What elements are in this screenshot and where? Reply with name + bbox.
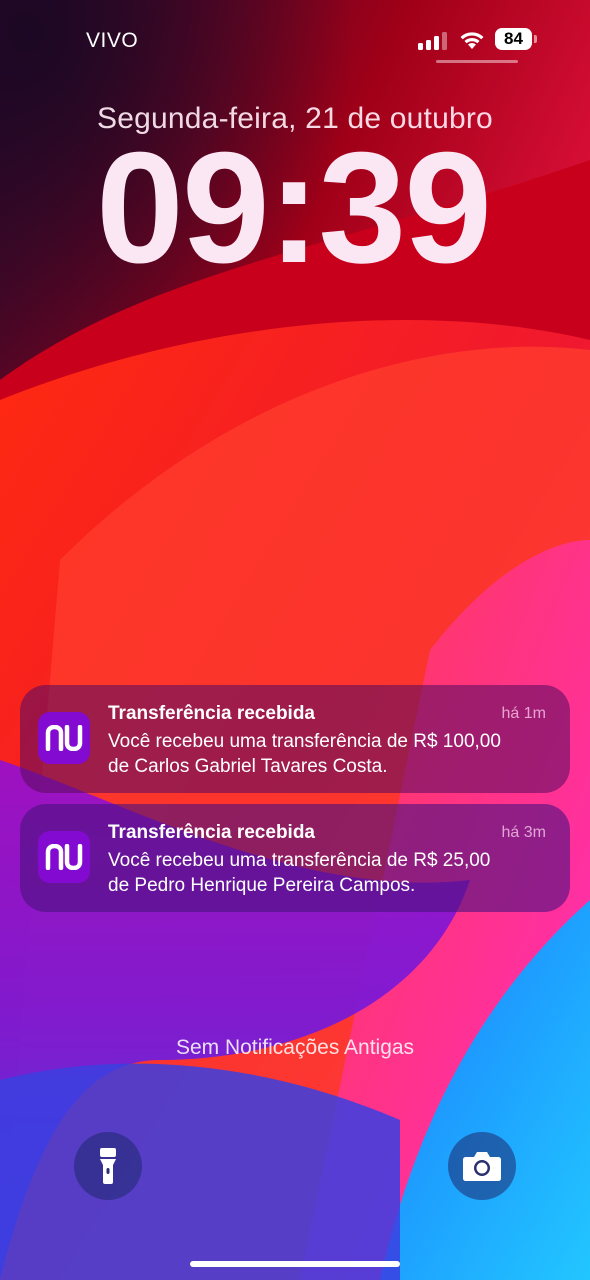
- camera-button[interactable]: [448, 1132, 516, 1200]
- home-indicator[interactable]: [190, 1261, 400, 1267]
- notification-card[interactable]: Transferência recebida há 1m Você recebe…: [20, 685, 570, 793]
- notification-body-line: Você recebeu uma transferência de R$ 25,…: [108, 850, 491, 871]
- camera-icon: [463, 1152, 501, 1181]
- control-center-indicator[interactable]: [436, 60, 518, 63]
- nubank-icon: [38, 831, 90, 883]
- battery-level: 84: [495, 28, 532, 50]
- lock-screen-time: 09:39: [96, 128, 492, 288]
- notification-title: Transferência recebida: [108, 822, 315, 843]
- carrier-name: VIVO: [86, 29, 139, 52]
- battery-icon: 84: [495, 28, 539, 50]
- notification-card[interactable]: Transferência recebida há 3m Você recebe…: [20, 804, 570, 912]
- flashlight-button[interactable]: [74, 1132, 142, 1200]
- nu-logo: [45, 725, 83, 751]
- notification-time: há 1m: [501, 705, 546, 722]
- notification-time: há 3m: [501, 824, 546, 841]
- notification-body-line: de Carlos Gabriel Tavares Costa.: [108, 756, 388, 777]
- signal-icon: [418, 32, 450, 50]
- wifi-icon: [460, 32, 484, 49]
- notification-body-line: de Pedro Henrique Pereira Campos.: [108, 875, 416, 896]
- flashlight-icon: [100, 1148, 116, 1184]
- notification-body: Você recebeu uma transferência de R$ 25,…: [108, 848, 548, 898]
- notification-body-line: Você recebeu uma transferência de R$ 100…: [108, 731, 501, 752]
- no-older-notifications: Sem Notificações Antigas: [175, 1036, 415, 1059]
- nubank-icon: [38, 712, 90, 764]
- notification-body: Você recebeu uma transferência de R$ 100…: [108, 729, 548, 779]
- nu-logo: [45, 844, 83, 870]
- notification-title: Transferência recebida: [108, 703, 315, 724]
